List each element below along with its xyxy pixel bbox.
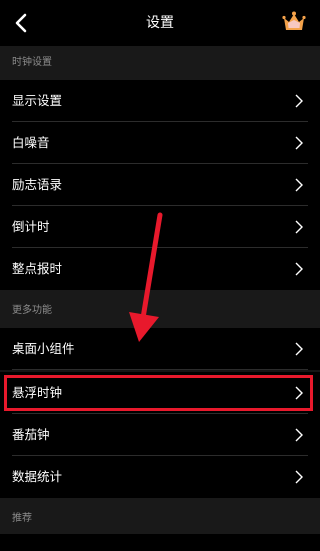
chevron-right-icon [295, 470, 303, 484]
crown-icon [282, 11, 306, 30]
chevron-right-icon [295, 262, 303, 276]
settings-item-quotes[interactable]: 励志语录 [0, 164, 320, 206]
settings-item-countdown[interactable]: 倒计时 [0, 206, 320, 248]
section-header-clock-settings: 时钟设置 [0, 46, 320, 80]
chevron-right-icon [295, 428, 303, 442]
list-continuation [0, 534, 320, 551]
chevron-right-icon [295, 94, 303, 108]
settings-item-desktop-widget[interactable]: 桌面小组件 [0, 328, 320, 370]
page-title: 设置 [146, 15, 174, 31]
vip-button[interactable] [281, 9, 307, 35]
settings-item-statistics[interactable]: 数据统计 [0, 456, 320, 498]
settings-item-label: 桌面小组件 [12, 341, 75, 356]
chevron-right-icon [295, 342, 303, 356]
section-header-more-features: 更多功能 [0, 290, 320, 328]
chevron-right-icon [295, 136, 303, 150]
chevron-right-icon [295, 386, 303, 400]
settings-item-label: 白噪音 [12, 135, 50, 150]
chevron-right-icon [295, 220, 303, 234]
section-label: 更多功能 [12, 305, 52, 316]
settings-item-white-noise[interactable]: 白噪音 [0, 122, 320, 164]
settings-item-pomodoro[interactable]: 番茄钟 [0, 414, 320, 456]
settings-item-display-settings[interactable]: 显示设置 [0, 80, 320, 122]
top-app-bar: 设置 [0, 0, 320, 46]
section-header-recommended: 推荐 [0, 498, 320, 551]
settings-item-label: 数据统计 [12, 469, 63, 484]
chevron-right-icon [295, 178, 303, 192]
settings-item-floating-clock[interactable]: 悬浮时钟 [0, 372, 320, 414]
settings-item-label: 番茄钟 [12, 427, 50, 442]
settings-item-label: 励志语录 [12, 177, 63, 192]
settings-item-label: 整点报时 [12, 261, 63, 276]
section-label: 时钟设置 [12, 57, 52, 68]
divider [12, 369, 308, 370]
settings-item-label: 悬浮时钟 [12, 385, 63, 400]
settings-item-hourly-chime[interactable]: 整点报时 [0, 248, 320, 290]
settings-item-label: 倒计时 [12, 219, 50, 234]
settings-item-label: 显示设置 [12, 93, 63, 108]
section-label: 推荐 [12, 513, 32, 524]
